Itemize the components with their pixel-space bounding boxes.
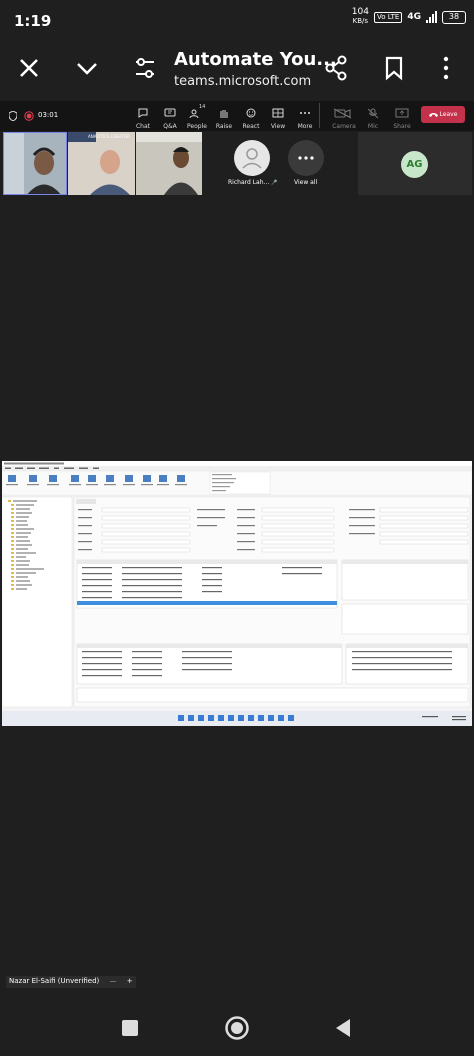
zoom-in-icon[interactable]: +	[127, 977, 133, 985]
raise-hand-icon	[220, 110, 228, 118]
clock: 1:19	[14, 12, 52, 30]
more-button[interactable]: More	[296, 104, 314, 130]
more-vert-icon[interactable]	[428, 50, 464, 86]
recording-icon	[24, 111, 34, 121]
chat-icon	[138, 108, 148, 118]
more-horiz-icon	[298, 156, 314, 160]
battery-level: 38	[448, 11, 460, 21]
react-icon	[246, 108, 256, 118]
people-button[interactable]: 14 People	[186, 104, 208, 130]
network-rate-unit: KB/s	[352, 17, 369, 25]
more-horiz-icon	[300, 112, 310, 114]
system-nav-bar	[0, 1000, 474, 1056]
camera-button[interactable]: Camera	[329, 104, 359, 130]
react-button[interactable]: React	[241, 104, 261, 130]
video-tile-participant-2[interactable]: ANALYTICS CREATOR	[68, 132, 135, 195]
status-bar: 1:19 104 KB/s Vo LTE 4G 38	[0, 0, 474, 40]
close-icon[interactable]	[11, 50, 47, 86]
camera-off-icon	[333, 108, 352, 119]
hangup-icon	[428, 113, 438, 117]
shield-icon	[9, 111, 17, 121]
participant-name-richard: Richard Lah... 🎤	[228, 179, 277, 186]
meeting-timer: 03:01	[38, 111, 59, 119]
share-label: Share	[393, 123, 411, 130]
raise-hand-button[interactable]: Raise	[215, 104, 233, 130]
volte-badge: Vo LTE	[373, 11, 403, 23]
recents-icon[interactable]	[120, 1018, 140, 1038]
video-tile-participant-1[interactable]	[3, 132, 67, 195]
camera-label: Camera	[332, 123, 356, 130]
share-screen-button[interactable]: Share	[392, 104, 412, 130]
react-label: React	[242, 123, 260, 130]
qa-button[interactable]: Q&A	[161, 104, 179, 130]
shared-screen	[2, 461, 472, 726]
network-rate: 104 KB/s	[352, 8, 369, 26]
presenter-name: Nazar El-Saifi (Unverified) — +	[6, 976, 136, 988]
toolbar-divider	[319, 103, 320, 128]
back-icon[interactable]	[333, 1017, 353, 1039]
network-rate-value: 104	[351, 7, 369, 17]
mic-button[interactable]: Mic	[364, 104, 382, 130]
mic-label: Mic	[367, 123, 379, 130]
view-button[interactable]: View	[269, 104, 287, 130]
view-all-label: View all	[294, 179, 318, 186]
people-label: People	[187, 123, 207, 130]
battery-icon: 38	[442, 10, 466, 24]
view-grid-icon	[272, 108, 284, 118]
chat-label: Chat	[135, 123, 151, 130]
signal-icon	[426, 11, 437, 23]
page-url[interactable]: teams.microsoft.com	[174, 74, 311, 89]
network-type: 4G	[407, 12, 421, 22]
bookmark-icon[interactable]	[376, 50, 412, 86]
video-tile-participant-3[interactable]	[136, 132, 202, 195]
shared-screen-content	[2, 461, 472, 726]
qa-label: Q&A	[163, 123, 177, 130]
page-title: Automate You...	[174, 49, 337, 70]
video-tile-self[interactable]: AG	[358, 132, 472, 195]
home-icon[interactable]	[224, 1015, 250, 1041]
mic-off-icon	[367, 108, 379, 119]
participant-video	[68, 132, 135, 195]
presenter-name-text: Nazar El-Saifi (Unverified)	[9, 977, 100, 985]
site-settings-icon[interactable]	[127, 50, 163, 86]
zoom-out-icon[interactable]: —	[110, 977, 117, 985]
chat-button[interactable]: Chat	[134, 104, 152, 130]
participant-video	[136, 132, 202, 195]
meeting-toolbar: 03:01 Chat Q&A 14 People Raise React Vie…	[0, 101, 474, 131]
participant-video	[4, 133, 66, 194]
share-screen-icon	[395, 108, 409, 118]
leave-button[interactable]: Leave	[421, 106, 465, 123]
participant-name-text: Richard Lah...	[228, 179, 270, 186]
person-icon	[242, 148, 262, 169]
view-label: View	[270, 123, 286, 130]
raise-label: Raise	[215, 123, 233, 130]
more-label: More	[297, 123, 313, 130]
view-all-button[interactable]	[288, 140, 324, 176]
initials-avatar: AG	[401, 151, 428, 178]
chevron-down-icon[interactable]	[69, 50, 105, 86]
mic-muted-icon: 🎤	[271, 180, 278, 186]
tile-watermark: ANALYTICS CREATOR	[88, 134, 130, 139]
people-count: 14	[199, 104, 206, 110]
leave-label: Leave	[439, 111, 458, 118]
qa-icon	[164, 108, 176, 117]
avatar-richard[interactable]	[234, 140, 270, 176]
